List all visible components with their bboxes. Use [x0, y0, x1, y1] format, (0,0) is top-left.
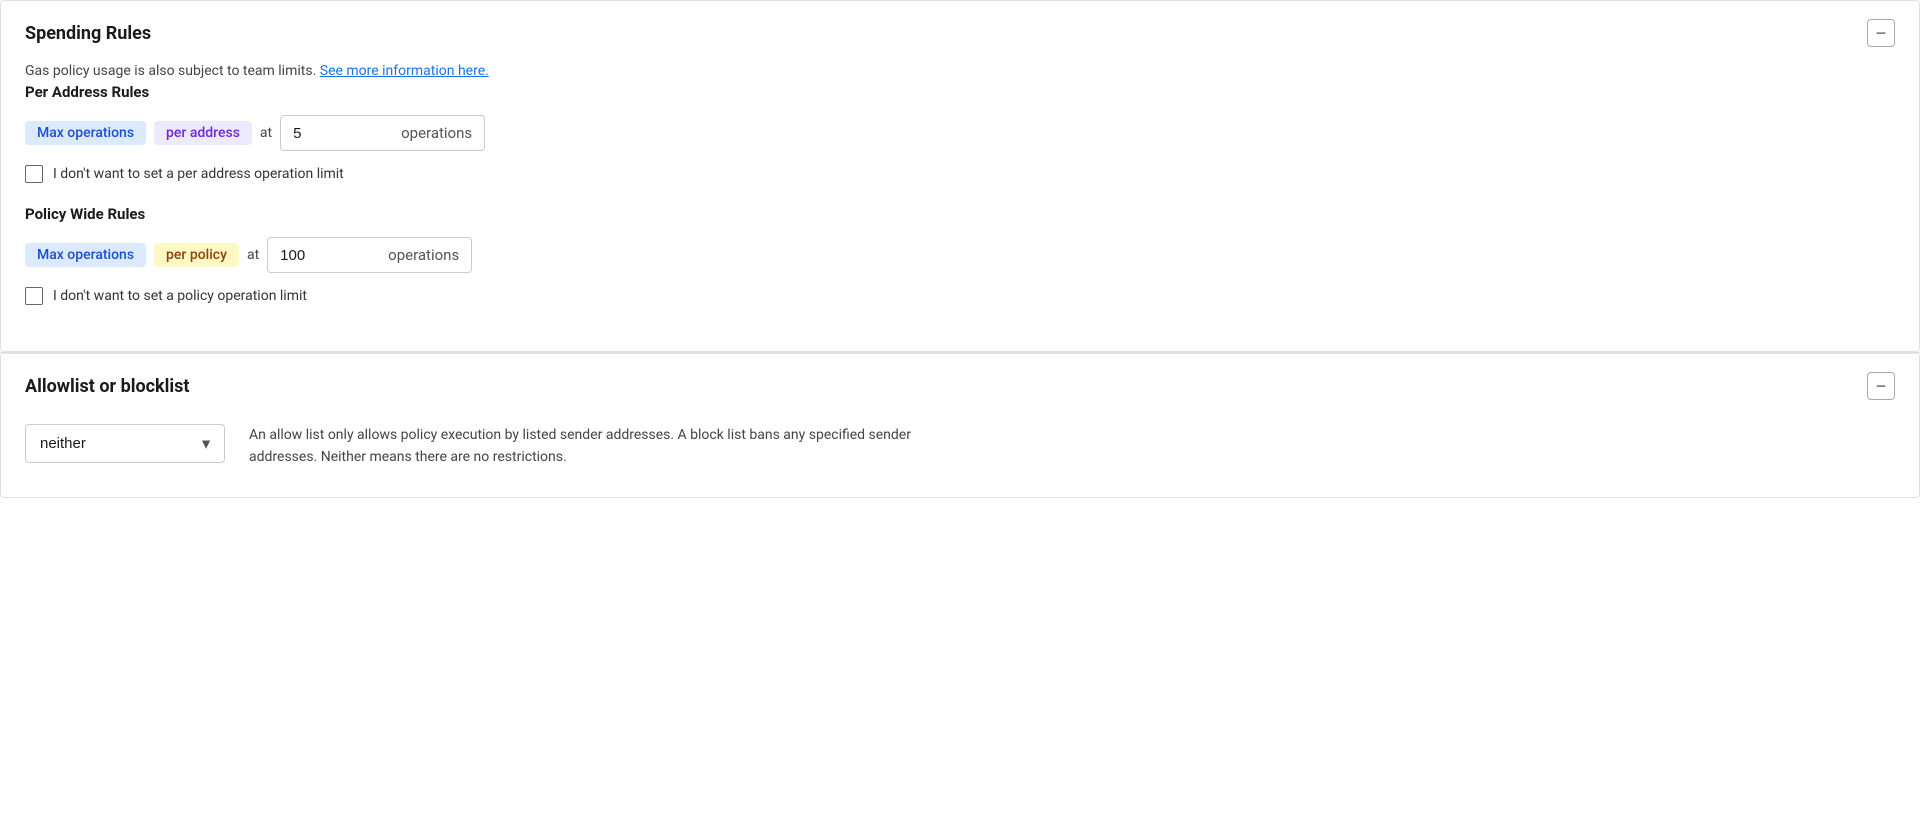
policy-wide-checkbox-row: I don't want to set a policy operation l… [25, 287, 1895, 305]
allowlist-body: neither allowlist blocklist ▼ An allow l… [1, 412, 1919, 497]
per-address-checkbox-row: I don't want to set a per address operat… [25, 165, 1895, 183]
allowlist-collapse-icon: − [1876, 376, 1887, 397]
allowlist-section: Allowlist or blocklist − neither allowli… [0, 353, 1920, 498]
allowlist-content: neither allowlist blocklist ▼ An allow l… [25, 424, 1895, 469]
policy-wide-input-wrapper: operations [267, 237, 472, 273]
per-address-ops-input[interactable] [281, 117, 401, 150]
per-address-type-badge: per address [154, 121, 252, 145]
allowlist-select[interactable]: neither allowlist blocklist [25, 424, 225, 463]
policy-wide-at-label: at [247, 247, 259, 263]
policy-wide-type-badge: per policy [154, 243, 239, 267]
spending-rules-title: Spending Rules [25, 23, 151, 44]
allowlist-title: Allowlist or blocklist [25, 376, 189, 397]
policy-wide-section: Policy Wide Rules Max operations per pol… [25, 205, 1895, 305]
collapse-icon: − [1876, 23, 1887, 44]
gas-policy-info: Gas policy usage is also subject to team… [25, 63, 1895, 79]
spending-rules-body: Gas policy usage is also subject to team… [1, 59, 1919, 351]
policy-wide-no-limit-checkbox[interactable] [25, 287, 43, 305]
gas-policy-text: Gas policy usage is also subject to team… [25, 63, 316, 79]
per-address-input-wrapper: operations [280, 115, 485, 151]
policy-wide-rule-row: Max operations per policy at operations [25, 237, 1895, 273]
policy-wide-title: Policy Wide Rules [25, 205, 1895, 223]
policy-wide-no-limit-label: I don't want to set a policy operation l… [53, 288, 307, 304]
per-address-no-limit-checkbox[interactable] [25, 165, 43, 183]
allowlist-select-wrapper: neither allowlist blocklist ▼ [25, 424, 225, 463]
per-address-rule-row: Max operations per address at operations [25, 115, 1895, 151]
per-address-no-limit-label: I don't want to set a per address operat… [53, 166, 344, 182]
per-address-max-ops-badge: Max operations [25, 121, 146, 145]
allowlist-header: Allowlist or blocklist − [1, 354, 1919, 412]
per-address-title: Per Address Rules [25, 83, 1895, 101]
spending-rules-section: Spending Rules − Gas policy usage is als… [0, 0, 1920, 352]
spending-rules-header: Spending Rules − [1, 1, 1919, 59]
policy-wide-ops-unit: operations [388, 238, 471, 272]
see-more-link[interactable]: See more information here. [320, 63, 489, 79]
per-address-section: Per Address Rules Max operations per add… [25, 83, 1895, 183]
policy-wide-max-ops-badge: Max operations [25, 243, 146, 267]
allowlist-collapse-button[interactable]: − [1867, 372, 1895, 400]
spending-rules-collapse-button[interactable]: − [1867, 19, 1895, 47]
per-address-at-label: at [260, 125, 272, 141]
allowlist-description: An allow list only allows policy executi… [249, 424, 969, 469]
per-address-ops-unit: operations [401, 116, 484, 150]
policy-wide-ops-input[interactable] [268, 239, 388, 272]
